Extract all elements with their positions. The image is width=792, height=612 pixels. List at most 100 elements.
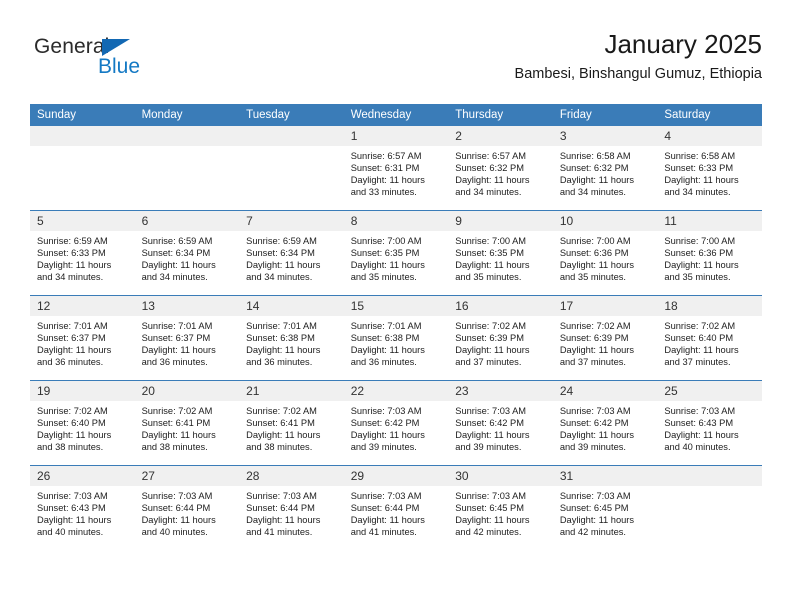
calendar-day-cell[interactable]: 9 Sunrise: 7:00 AM Sunset: 6:35 PM Daylight… [448,210,553,296]
sunset-text: Sunset: 6:40 PM [37,418,106,429]
day-sun-info: Sunrise: 7:00 AM Sunset: 6:35 PM Daylight:… [448,231,553,283]
calendar-day-cell[interactable]: 13 Sunrise: 7:01 AM Sunset: 6:37 PM Dayligh… [134,295,240,381]
sunset-text: Sunset: 6:43 PM [37,503,106,514]
calendar-day-cell[interactable]: 2 Sunrise: 6:57 AM Sunset: 6:32 PM Daylight… [448,126,553,211]
daylight-text-line1: Daylight: 11 hours [559,515,635,526]
daylight-text-line2: and 37 minutes. [559,357,626,368]
daylight-text-line1: Daylight: 11 hours [455,345,530,356]
daylight-text-line2: and 34 minutes. [37,272,104,283]
day-sun-info: Sunrise: 6:57 AM Sunset: 6:32 PM Daylight:… [448,146,553,198]
calendar-day-cell[interactable]: 27 Sunrise: 7:03 AM Sunset: 6:44 PM Dayligh… [134,465,240,550]
day-number: 30 [448,466,553,486]
daylight-text-line2: and 36 minutes. [37,357,104,368]
daylight-text-line1: Daylight: 11 hours [350,260,425,271]
calendar-day-cell[interactable]: 30 Sunrise: 7:03 AM Sunset: 6:45 PM Dayligh… [448,465,553,550]
day-number: 7 [239,211,344,231]
sunrise-text: Sunrise: 7:02 AM [141,406,213,416]
day-sun-info: Sunrise: 7:00 AM Sunset: 6:35 PM Daylight:… [344,231,449,283]
daylight-text-line1: Daylight: 11 hours [37,515,112,526]
calendar-day-cell[interactable]: 28 Sunrise: 7:03 AM Sunset: 6:44 PM Dayligh… [239,465,344,550]
sunset-text: Sunset: 6:37 PM [141,333,211,344]
day-number: 15 [343,296,449,316]
calendar-day-cell[interactable]: 23 Sunrise: 7:03 AM Sunset: 6:42 PM Dayligh… [448,380,553,466]
sunrise-text: Sunrise: 6:58 AM [559,151,631,161]
calendar-week-row: 19 Sunrise: 7:02 AM Sunset: 6:40 PM Dayligh… [30,380,762,466]
general-blue-logo[interactable]: General Blue [34,35,194,85]
sunset-text: Sunset: 6:33 PM [37,248,106,259]
calendar-day-cell[interactable]: 24 Sunrise: 7:03 AM Sunset: 6:42 PM Dayligh… [552,380,658,466]
day-number: 29 [343,466,449,486]
day-sun-info: Sunrise: 7:01 AM Sunset: 6:38 PM Daylight:… [239,316,344,368]
day-sun-info: Sunrise: 6:57 AM Sunset: 6:31 PM Daylight:… [344,146,449,198]
calendar-day-cell[interactable]: 21 Sunrise: 7:02 AM Sunset: 6:41 PM Dayligh… [239,380,344,466]
calendar-day-cell[interactable]: 3 Sunrise: 6:58 AM Sunset: 6:32 PM Daylight… [552,126,658,211]
day-sun-info: Sunrise: 7:02 AM Sunset: 6:39 PM Daylight:… [448,316,553,368]
calendar-day-cell[interactable]: 5 Sunrise: 6:59 AM Sunset: 6:33 PM Daylight… [30,210,135,296]
calendar-day-cell[interactable]: 6 Sunrise: 6:59 AM Sunset: 6:34 PM Daylight… [134,210,240,296]
day-number [134,126,240,146]
daylight-text-line2: and 38 minutes. [141,442,208,453]
day-sun-info: Sunrise: 7:00 AM Sunset: 6:36 PM Daylight:… [553,231,658,283]
day-number: 21 [239,381,344,401]
calendar-day-cell[interactable]: 8 Sunrise: 7:00 AM Sunset: 6:35 PM Daylight… [343,210,449,296]
sunset-text: Sunset: 6:42 PM [350,418,420,429]
calendar-day-cell[interactable]: 22 Sunrise: 7:03 AM Sunset: 6:42 PM Dayligh… [343,380,449,466]
daylight-text-line2: and 33 minutes. [350,187,417,198]
day-number: 1 [343,126,449,146]
calendar-day-cell[interactable]: 1 Sunrise: 6:57 AM Sunset: 6:31 PM Daylight… [343,126,449,211]
sunset-text: Sunset: 6:44 PM [141,503,211,514]
logo-word-blue: Blue [98,55,141,78]
calendar-day-cell[interactable]: 10 Sunrise: 7:00 AM Sunset: 6:36 PM Dayligh… [552,210,658,296]
daylight-text-line2: and 40 minutes. [141,527,208,538]
calendar-day-cell[interactable]: 20 Sunrise: 7:02 AM Sunset: 6:41 PM Dayligh… [134,380,240,466]
day-sun-info: Sunrise: 6:59 AM Sunset: 6:34 PM Daylight:… [239,231,344,283]
day-sun-info: Sunrise: 7:00 AM Sunset: 6:36 PM Daylight:… [657,231,762,283]
calendar-day-cell[interactable]: 26 Sunrise: 7:03 AM Sunset: 6:43 PM Dayligh… [30,465,135,550]
day-sun-info: Sunrise: 7:03 AM Sunset: 6:44 PM Daylight:… [344,486,449,538]
calendar-day-cell[interactable]: 4 Sunrise: 6:58 AM Sunset: 6:33 PM Daylight… [657,126,762,211]
calendar-week-row: 12 Sunrise: 7:01 AM Sunset: 6:37 PM Dayligh… [30,295,762,381]
day-number: 22 [343,381,449,401]
sunset-text: Sunset: 6:32 PM [559,163,629,174]
sunrise-text: Sunrise: 7:03 AM [559,406,631,416]
calendar-day-cell[interactable]: 17 Sunrise: 7:02 AM Sunset: 6:39 PM Dayligh… [552,295,658,381]
day-number: 14 [239,296,344,316]
day-sun-info: Sunrise: 7:03 AM Sunset: 6:42 PM Daylight:… [448,401,553,453]
day-number [239,126,344,146]
calendar-day-cell[interactable]: 15 Sunrise: 7:01 AM Sunset: 6:38 PM Dayligh… [343,295,449,381]
daylight-text-line1: Daylight: 11 hours [246,260,321,271]
daylight-text-line1: Daylight: 11 hours [141,345,216,356]
calendar-day-cell[interactable]: 16 Sunrise: 7:02 AM Sunset: 6:39 PM Dayligh… [448,295,553,381]
day-sun-info: Sunrise: 6:59 AM Sunset: 6:33 PM Daylight:… [30,231,135,283]
sunrise-text: Sunrise: 6:57 AM [455,151,527,161]
calendar-day-cell[interactable]: 12 Sunrise: 7:01 AM Sunset: 6:37 PM Dayligh… [30,295,135,381]
calendar-day-cell[interactable]: 31 Sunrise: 7:03 AM Sunset: 6:45 PM Dayligh… [552,465,658,550]
day-number: 4 [657,126,762,146]
sunrise-text: Sunrise: 7:03 AM [455,491,527,501]
sunset-text: Sunset: 6:45 PM [559,503,629,514]
calendar-day-cell[interactable]: 19 Sunrise: 7:02 AM Sunset: 6:40 PM Dayligh… [30,380,135,466]
sunrise-text: Sunrise: 6:59 AM [141,236,213,246]
sunrise-text: Sunrise: 7:01 AM [350,321,422,331]
day-number: 27 [134,466,240,486]
daylight-text-line1: Daylight: 11 hours [141,515,216,526]
daylight-text-line1: Daylight: 11 hours [664,175,739,186]
calendar-day-cell[interactable]: 25 Sunrise: 7:03 AM Sunset: 6:43 PM Dayligh… [657,380,762,466]
day-number: 10 [552,211,658,231]
calendar-grid: Sunday Monday Tuesday Wednesday Thursday… [30,104,762,550]
daylight-text-line2: and 38 minutes. [37,442,104,453]
sunrise-text: Sunrise: 7:03 AM [350,406,422,416]
day-sun-info: Sunrise: 7:03 AM Sunset: 6:43 PM Daylight:… [30,486,135,538]
calendar-day-cell[interactable]: 14 Sunrise: 7:01 AM Sunset: 6:38 PM Dayligh… [239,295,344,381]
calendar-day-cell[interactable]: 11 Sunrise: 7:00 AM Sunset: 6:36 PM Dayligh… [657,210,762,296]
day-number: 24 [552,381,658,401]
calendar-day-cell[interactable]: 29 Sunrise: 7:03 AM Sunset: 6:44 PM Dayligh… [343,465,449,550]
calendar-day-cell[interactable]: 18 Sunrise: 7:02 AM Sunset: 6:40 PM Dayligh… [657,295,762,381]
day-sun-info: Sunrise: 7:02 AM Sunset: 6:41 PM Daylight:… [135,401,240,453]
calendar-day-cell[interactable]: 7 Sunrise: 6:59 AM Sunset: 6:34 PM Daylight… [239,210,344,296]
daylight-text-line2: and 39 minutes. [455,442,522,453]
daylight-text-line2: and 35 minutes. [455,272,522,283]
sunrise-text: Sunrise: 7:03 AM [141,491,213,501]
sunset-text: Sunset: 6:40 PM [664,333,734,344]
day-number: 2 [448,126,553,146]
